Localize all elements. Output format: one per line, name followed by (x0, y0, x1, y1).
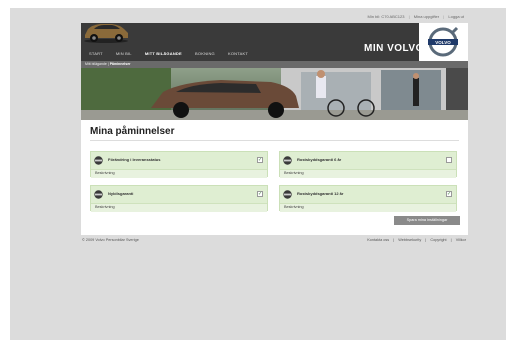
volvo-emblem-icon (283, 156, 292, 165)
hero-image (81, 68, 468, 120)
checkbox-icon[interactable]: ✓ (446, 191, 452, 197)
nav-item-mitt-bilagande[interactable]: MITT BILÄGANDE (145, 51, 182, 56)
brand-title: MIN VOLVO (364, 43, 424, 54)
reminder-card-rostskydd-6: Rostskyddsgaranti 6 år Beskrivning (279, 151, 457, 178)
user-car-info: Min bil: C70 ABC123 (367, 14, 405, 19)
logout-link[interactable]: Logga ut (448, 14, 464, 19)
reminder-card-nybilsgaranti: Nybilsgaranti ✓ Beskrivning (90, 185, 268, 212)
volvo-emblem-icon (283, 190, 292, 199)
reminder-title: Förändring i leveransstatus (108, 157, 161, 162)
volvo-emblem-icon (94, 156, 103, 165)
footer-link-contact[interactable]: Kontakta oss (367, 238, 389, 242)
page-title: Mina påminnelser (90, 126, 175, 137)
volvo-logo-text: VOLVO (435, 40, 451, 45)
reminder-title: Rostskyddsgaranti 12 år (297, 191, 344, 196)
nav-item-kontakt[interactable]: KONTAKT (228, 51, 248, 56)
reminder-title: Rostskyddsgaranti 6 år (297, 157, 342, 162)
reminder-description: Beskrivning (95, 171, 115, 175)
breadcrumb: Mitt bilägande | Påminnelser (81, 61, 468, 68)
nav-item-min-bil[interactable]: MIN BIL (116, 51, 132, 56)
footer-links: Kontakta oss | Webbsekurity | Copyright … (367, 238, 466, 242)
footer-link-copyright[interactable]: Copyright (430, 238, 446, 242)
site-header: START MIN BIL MITT BILÄGANDE BOKNING KON… (81, 23, 468, 61)
checkbox-icon[interactable]: ✓ (257, 157, 263, 163)
nav-item-start[interactable]: START (89, 51, 103, 56)
save-settings-button[interactable]: Spara mina inställningar (394, 216, 460, 225)
checkbox-icon[interactable] (446, 157, 452, 163)
title-divider (90, 140, 459, 141)
reminder-description: Beskrivning (284, 205, 304, 209)
footer-link-terms[interactable]: Villkor (456, 238, 466, 242)
main-navigation: START MIN BIL MITT BILÄGANDE BOKNING KON… (89, 51, 260, 56)
reminder-title: Nybilsgaranti (108, 191, 134, 196)
volvo-logo[interactable]: VOLVO (419, 23, 468, 61)
volvo-emblem-icon (94, 190, 103, 199)
breadcrumb-current: Påminnelser (109, 62, 131, 66)
reminder-card-rostskydd-12: Rostskyddsgaranti 12 år ✓ Beskrivning (279, 185, 457, 212)
top-utility-bar: Min bil: C70 ABC123 | Mina uppgifter | L… (367, 14, 464, 19)
reminder-card-leveransstatus: Förändring i leveransstatus ✓ Beskrivnin… (90, 151, 268, 178)
volvo-logo-icon: VOLVO (428, 26, 459, 57)
my-details-link[interactable]: Mina uppgifter (414, 14, 439, 19)
footer-link-security[interactable]: Webbsekurity (398, 238, 421, 242)
breadcrumb-parent[interactable]: Mitt bilägande (85, 62, 107, 66)
car-thumbnail-icon (84, 24, 128, 43)
footer-copyright: © 2009 Volvo Personbilar Sverige (82, 238, 139, 242)
reminder-description: Beskrivning (284, 171, 304, 175)
checkbox-icon[interactable]: ✓ (257, 191, 263, 197)
reminder-description: Beskrivning (95, 205, 115, 209)
main-page: START MIN BIL MITT BILÄGANDE BOKNING KON… (81, 23, 468, 235)
nav-item-bokning[interactable]: BOKNING (195, 51, 215, 56)
